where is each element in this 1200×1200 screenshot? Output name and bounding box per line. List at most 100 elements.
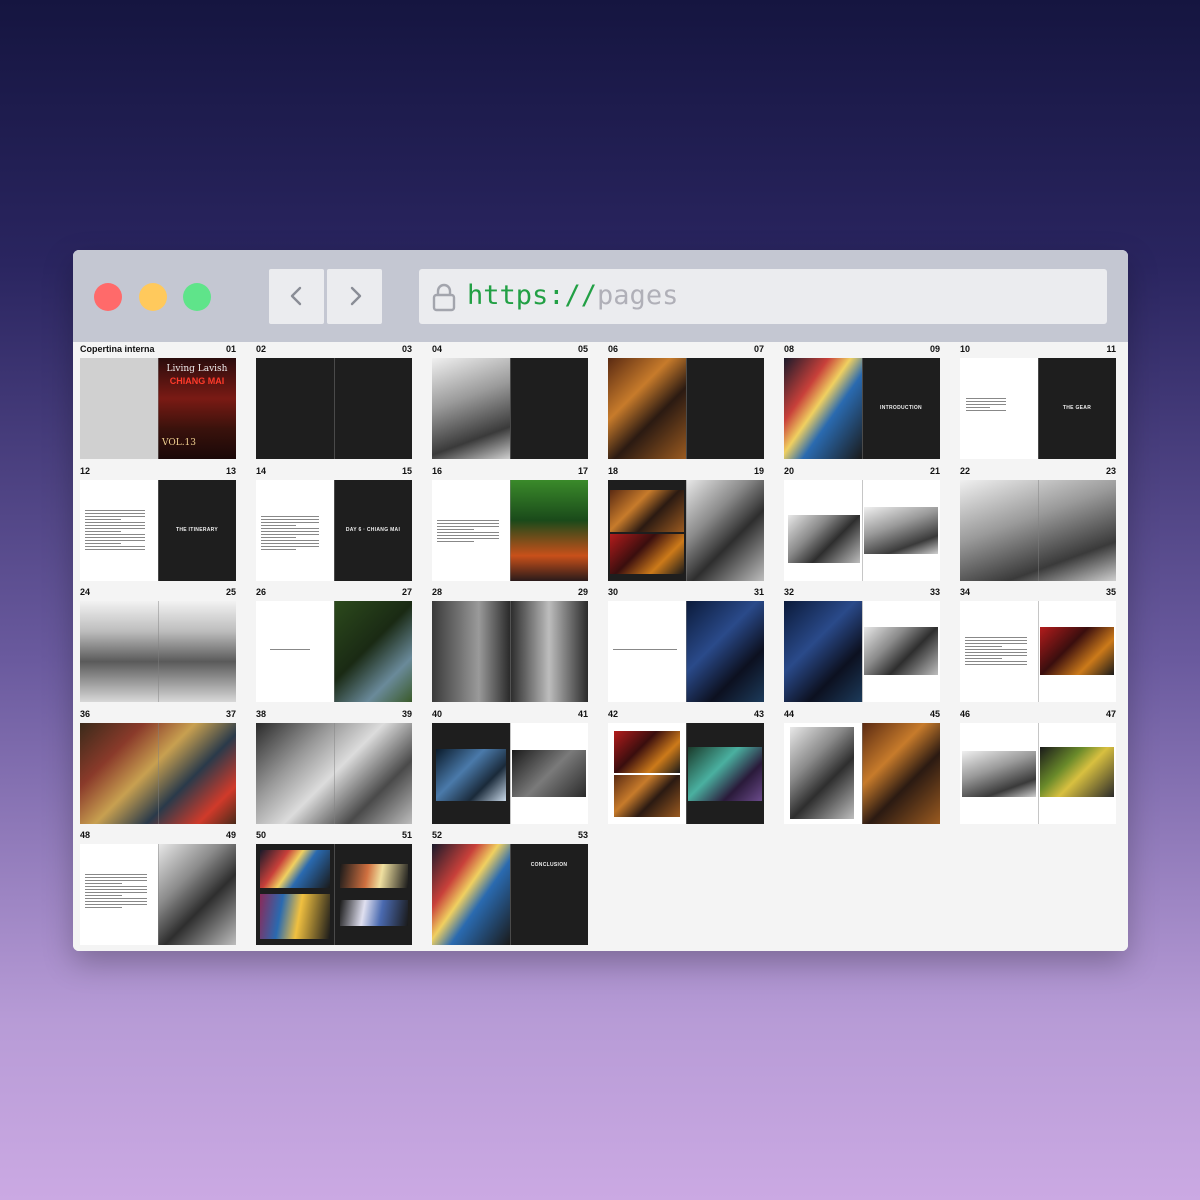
page-number-left: 32 — [784, 587, 795, 597]
page-left — [784, 358, 862, 459]
page-number-left: 30 — [608, 587, 619, 597]
page-spread[interactable]: 24 25 — [80, 587, 236, 702]
page-spread[interactable]: 12 13 THE ITINERARY — [80, 465, 236, 581]
page-spread[interactable]: 32 33 — [784, 587, 940, 702]
spread-fold — [1038, 479, 1039, 581]
text-line — [85, 521, 145, 523]
text-line — [261, 545, 319, 547]
text-line — [261, 521, 319, 523]
text-line — [85, 904, 147, 905]
page-spread[interactable]: 44 45 — [784, 708, 940, 824]
page-number-left: 48 — [80, 830, 91, 840]
chevron-left-icon — [290, 286, 302, 306]
page-number-right: 29 — [577, 587, 588, 597]
page-spread[interactable]: 04 05 — [432, 344, 588, 459]
page-number-right: 45 — [929, 708, 940, 719]
text-line — [85, 536, 145, 538]
spread-fold — [1038, 358, 1039, 459]
page-number-left: 36 — [80, 708, 91, 719]
page-number-left: 08 — [784, 344, 795, 354]
page-spread[interactable]: 50 51 — [256, 830, 412, 945]
page-spread[interactable]: 18 19 — [608, 466, 764, 581]
text-line — [85, 877, 147, 878]
page-number-left: 22 — [960, 465, 971, 476]
text-line — [85, 518, 121, 520]
page-left — [256, 479, 334, 581]
forward-button[interactable] — [327, 269, 382, 324]
page-spread[interactable]: 28 29 — [432, 587, 588, 702]
url-text[interactable]: https://pages — [467, 279, 678, 313]
page-spread[interactable]: 20 21 — [784, 466, 940, 581]
page-spread[interactable]: 16 17 — [432, 466, 588, 581]
text-line — [965, 649, 1027, 650]
page-number-right: 51 — [401, 830, 412, 840]
page-spread[interactable]: 14 15 DAY 6 · CHIANG MAI — [256, 466, 412, 581]
back-button[interactable] — [269, 269, 324, 324]
text-line — [85, 892, 147, 893]
page-spread[interactable]: 52 53 CONCLUSION — [432, 830, 588, 945]
page-spread[interactable]: 10 11 THE GEAR — [960, 344, 1116, 459]
lock-icon — [432, 283, 456, 312]
photo — [614, 730, 680, 773]
text-line — [437, 534, 499, 536]
cover-volume: VOL.13 — [162, 438, 197, 448]
text-line — [966, 398, 1006, 399]
page-number-left: 10 — [960, 344, 971, 354]
address-bar[interactable]: https://pages — [419, 269, 1107, 324]
cover-title: Living Lavish — [166, 364, 228, 374]
text-line — [85, 880, 147, 881]
page-spread[interactable]: 06 07 — [608, 344, 764, 459]
page-spread[interactable]: 30 31 — [608, 587, 764, 702]
photo — [436, 748, 506, 801]
spread-fold — [510, 601, 511, 702]
photo — [962, 750, 1036, 797]
page-spread[interactable]: 42 43 — [608, 709, 764, 824]
page-spread[interactable]: 34 35 — [960, 587, 1116, 702]
spread-title: THE ITINERARY — [175, 526, 219, 533]
page-number-right: 53 — [577, 830, 588, 840]
page-right — [1038, 722, 1116, 824]
page-spread[interactable]: 36 37 — [80, 708, 236, 824]
text-line — [85, 542, 121, 544]
photo — [260, 894, 330, 939]
page-number-right: 47 — [1105, 708, 1116, 719]
page-spread[interactable]: 02 03 — [256, 344, 412, 459]
close-window-button[interactable] — [94, 283, 122, 311]
photo — [610, 533, 684, 574]
page-spread[interactable]: 40 41 — [432, 709, 588, 824]
url-scheme: https:// — [467, 280, 598, 311]
text-line — [261, 515, 319, 517]
page-spread[interactable]: 48 49 — [80, 830, 236, 945]
spread-fold — [686, 479, 687, 581]
page-number-right: 13 — [225, 465, 236, 476]
maximize-window-button[interactable] — [183, 283, 211, 311]
page-number-left: 02 — [256, 344, 267, 354]
page-spread[interactable]: 46 47 — [960, 708, 1116, 824]
page-number-left: 26 — [256, 587, 267, 597]
page-spread[interactable]: 38 39 — [256, 709, 412, 824]
page-number-left: Copertina interna — [80, 344, 155, 354]
text-line — [85, 883, 123, 884]
page-spread[interactable]: 26 27 — [256, 587, 412, 702]
page-left — [432, 479, 510, 581]
text-line — [85, 515, 145, 517]
page-number-left: 04 — [432, 344, 443, 354]
text-line — [85, 512, 145, 514]
text-line — [261, 539, 319, 541]
spread-fold — [862, 601, 863, 702]
spread-fold — [510, 358, 511, 459]
spread-fold — [334, 479, 335, 581]
page-number-right: 11 — [1106, 344, 1116, 354]
spread-title: DAY 6 · CHIANG MAI — [345, 526, 401, 533]
text-line — [966, 407, 990, 408]
page-number-right: 25 — [225, 587, 236, 597]
text-line — [966, 404, 1006, 405]
page-spread[interactable]: 08 09 INTRODUCTION — [784, 344, 940, 459]
browser-toolbar: https://pages — [73, 250, 1128, 342]
page-spread[interactable]: 22 23 — [960, 465, 1116, 581]
page-right — [862, 479, 940, 581]
minimize-window-button[interactable] — [139, 283, 167, 311]
page-spread[interactable]: Copertina interna 01 Living Lavish CHIANG M… — [80, 344, 236, 459]
text-line — [85, 895, 123, 896]
text-line — [85, 889, 147, 890]
